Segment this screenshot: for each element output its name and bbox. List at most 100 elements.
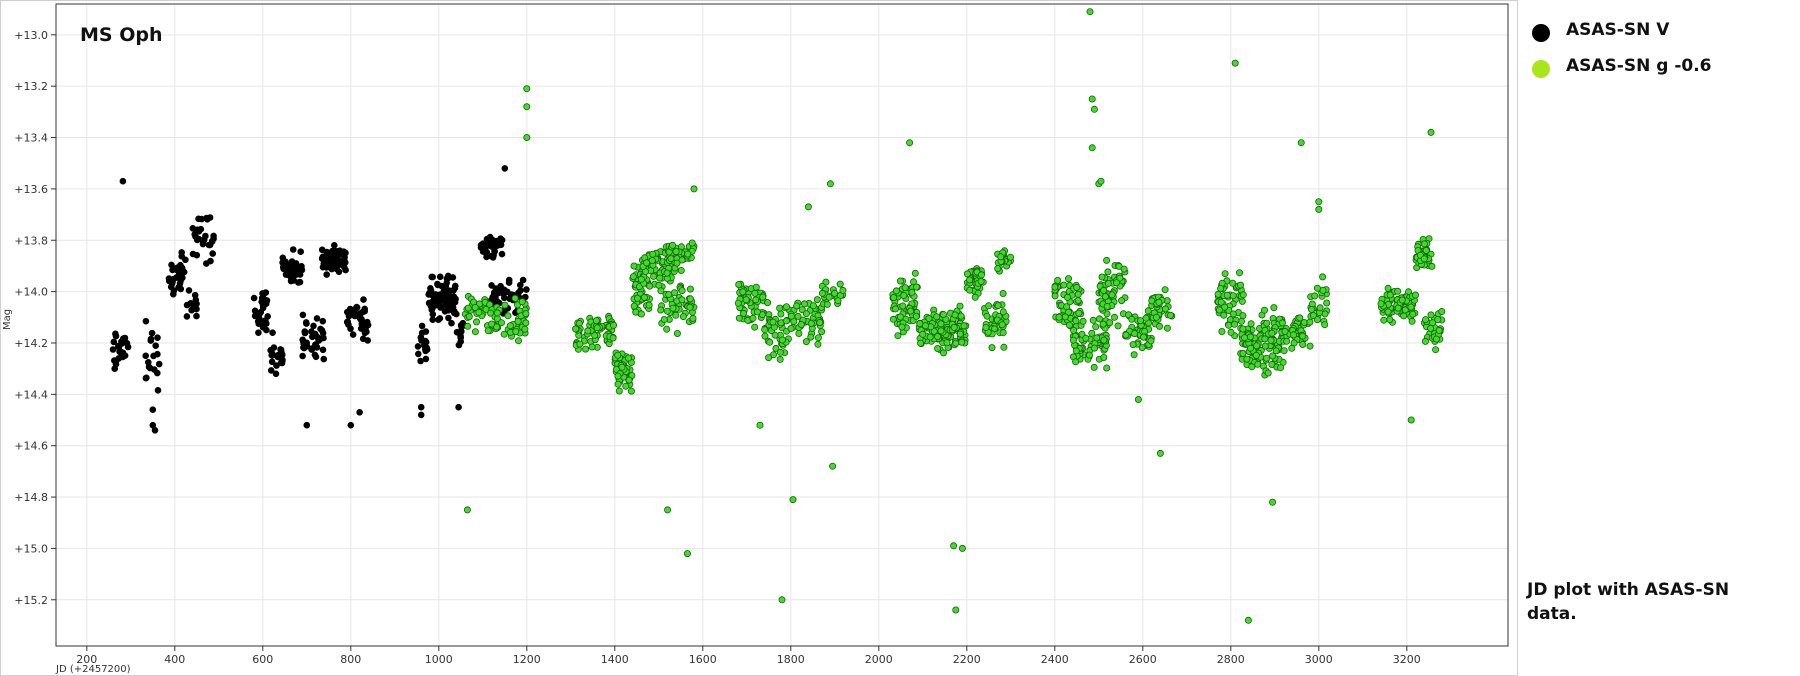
data-point: [313, 315, 321, 322]
data-point: [1060, 281, 1068, 289]
data-point: [1156, 322, 1164, 330]
data-point: [614, 372, 622, 380]
data-point: [442, 299, 449, 307]
data-point: [472, 318, 480, 326]
data-point: [437, 303, 444, 311]
data-point: [756, 421, 764, 429]
data-point: [922, 322, 930, 330]
data-point: [664, 506, 672, 514]
data-point: [1384, 308, 1392, 316]
data-point: [1070, 326, 1078, 334]
data-point: [483, 235, 491, 243]
data-point: [1091, 344, 1099, 352]
x-tick-label: 1200: [513, 653, 541, 666]
data-point: [262, 289, 270, 296]
data-point: [1306, 342, 1314, 350]
data-point: [289, 246, 297, 253]
data-point: [254, 318, 262, 325]
data-point: [1093, 334, 1101, 342]
data-point: [178, 264, 186, 272]
data-point: [417, 411, 425, 419]
data-point: [665, 290, 673, 298]
data-point: [892, 287, 900, 295]
data-point: [323, 271, 331, 278]
data-point: [523, 286, 530, 293]
data-point: [1435, 326, 1443, 334]
data-point: [258, 298, 266, 306]
data-point: [455, 403, 462, 411]
data-point: [677, 266, 685, 274]
data-point: [345, 321, 352, 328]
data-point: [142, 352, 149, 360]
data-point: [911, 269, 919, 277]
data-point: [458, 323, 465, 331]
data-point: [678, 296, 686, 304]
data-point: [1243, 355, 1251, 363]
data-point: [1278, 319, 1286, 327]
data-point: [956, 330, 964, 338]
data-point: [1277, 364, 1285, 372]
data-point: [952, 339, 960, 347]
data-point: [971, 293, 979, 301]
data-point: [457, 332, 464, 340]
data-point: [1229, 279, 1237, 287]
data-point: [268, 350, 276, 357]
data-point: [269, 329, 276, 337]
data-point: [432, 292, 440, 300]
x-tick-label: 2800: [1217, 653, 1245, 666]
data-point: [614, 351, 622, 359]
data-point: [689, 314, 697, 322]
data-point: [498, 250, 506, 258]
data-point: [429, 316, 437, 324]
data-point: [898, 323, 906, 331]
data-point: [1096, 315, 1104, 323]
series-v: [109, 165, 530, 434]
data-point: [414, 343, 422, 350]
data-point: [1088, 144, 1096, 152]
data-point: [109, 346, 117, 353]
data-point: [749, 314, 757, 322]
data-point: [1429, 319, 1437, 327]
data-point: [1261, 335, 1269, 343]
data-point: [804, 203, 812, 211]
data-point: [1086, 8, 1094, 16]
data-point: [345, 311, 353, 319]
legend-swatch-v: [1532, 24, 1550, 42]
data-point: [1147, 337, 1155, 345]
data-point: [1100, 336, 1108, 344]
data-point: [417, 334, 425, 342]
data-point: [1386, 315, 1394, 323]
data-point: [298, 266, 306, 274]
data-point: [615, 387, 623, 395]
data-point: [1090, 363, 1098, 371]
data-point: [471, 303, 479, 311]
x-tick-label: 1000: [425, 653, 453, 666]
x-tick-label: 800: [340, 653, 361, 666]
chart-note: JD plot with ASAS-SN data.: [1527, 580, 1730, 624]
x-tick-label: 2200: [953, 653, 981, 666]
data-point: [1229, 292, 1237, 300]
data-point: [950, 542, 958, 550]
data-point: [484, 327, 492, 335]
data-point: [1315, 198, 1323, 206]
data-point: [795, 329, 803, 337]
data-point: [1155, 298, 1163, 306]
data-point: [429, 273, 437, 281]
data-point: [1427, 128, 1435, 136]
data-point: [584, 327, 592, 335]
data-point: [588, 343, 596, 351]
data-point: [778, 596, 786, 604]
data-point: [493, 323, 501, 331]
light-curve-chart: 200 400 600 800 1000 1200 1400 1600 1800 2000 2200…: [2, 3, 1509, 675]
data-point: [255, 311, 263, 319]
data-point: [897, 313, 905, 321]
data-point: [672, 311, 680, 319]
data-point: [1237, 281, 1245, 289]
data-point: [1140, 333, 1148, 341]
data-point: [151, 366, 158, 373]
data-points: [109, 8, 1446, 624]
data-point: [111, 357, 118, 364]
data-point: [149, 406, 157, 414]
data-point: [656, 274, 664, 282]
data-point: [1421, 337, 1429, 345]
